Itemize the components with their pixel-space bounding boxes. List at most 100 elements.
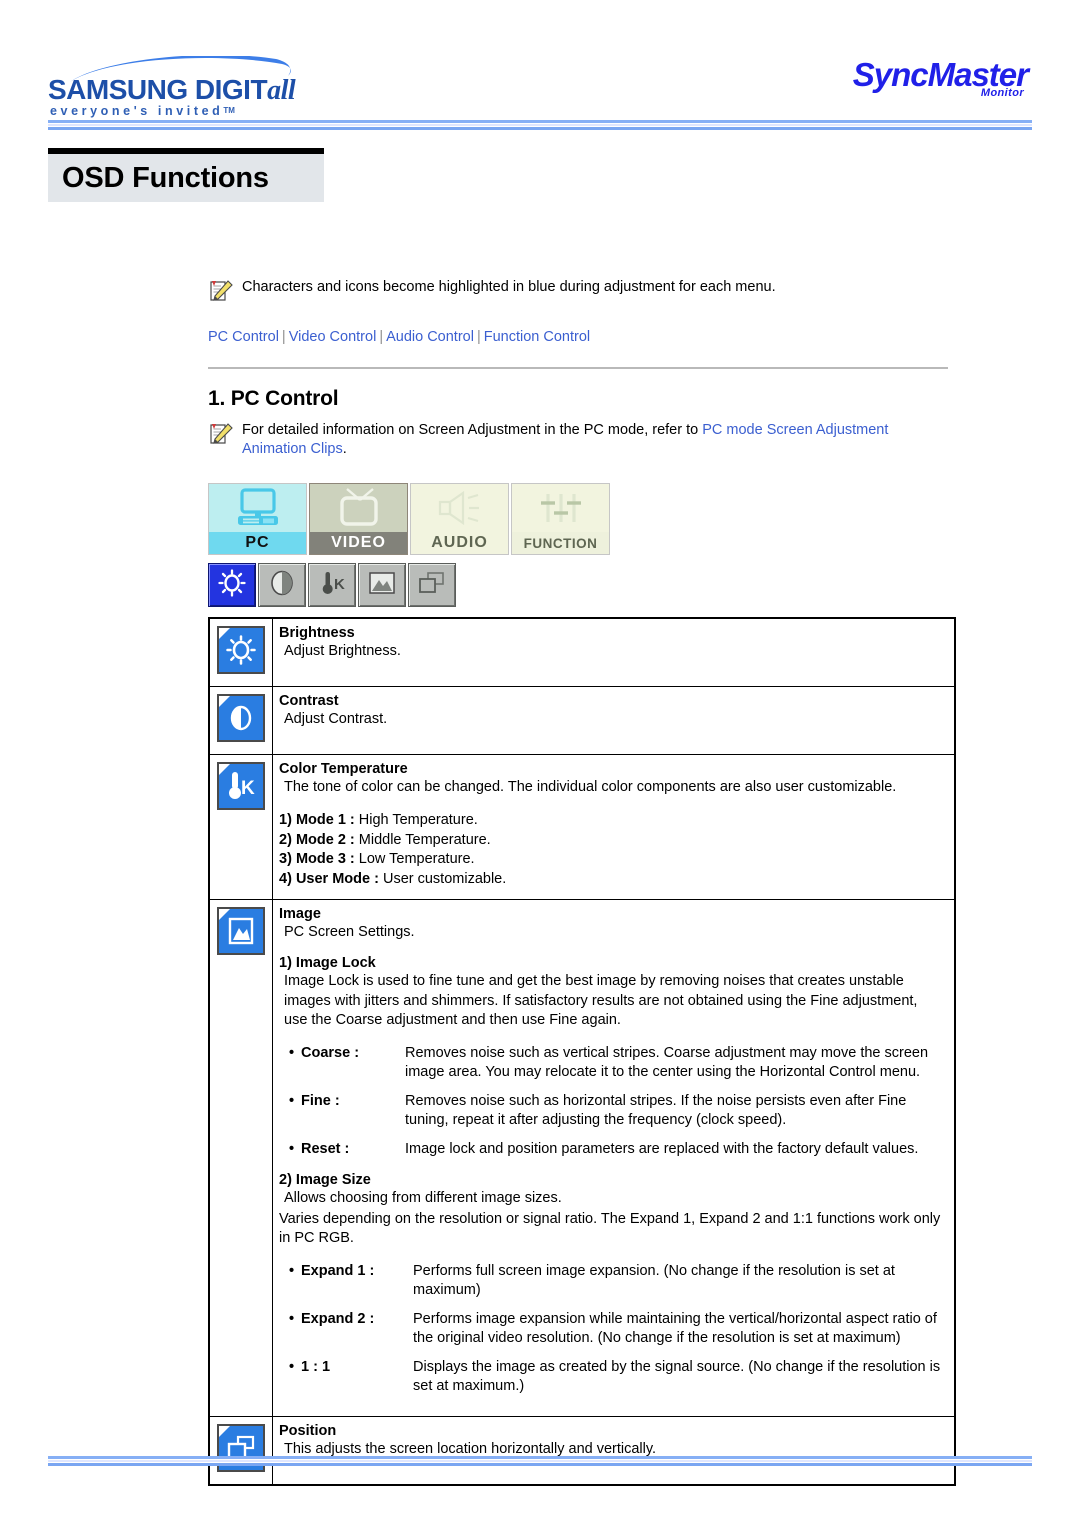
page-header: SAMSUNG DIGITall everyone's invitedTM Sy… — [0, 0, 1080, 130]
toolbar-button-color-temperature[interactable]: K — [308, 563, 356, 607]
image-picture-icon — [217, 907, 265, 955]
row-body: Adjust Contrast. — [284, 711, 388, 727]
bullet-key: 1 : 1 — [279, 1358, 407, 1397]
mode-desc: Middle Temperature. — [358, 831, 491, 848]
list-item: Expand 2 : Performs image expansion whil… — [279, 1310, 944, 1349]
table-row: Image PC Screen Settings. 1) Image Lock … — [208, 899, 956, 1417]
television-icon — [310, 484, 407, 532]
table-row: Contrast Adjust Contrast. — [208, 686, 956, 755]
breadcrumb-separator: | — [281, 329, 286, 345]
row-desc-cell: Image PC Screen Settings. 1) Image Lock … — [272, 899, 956, 1417]
top-note-text: Characters and icons become highlighted … — [242, 279, 776, 295]
sliders-icon — [512, 484, 609, 532]
tab-audio-label: AUDIO — [411, 532, 508, 554]
image-lock-bullets: Coarse : Removes noise such as vertical … — [279, 1044, 944, 1160]
row-icon-cell — [208, 686, 273, 755]
osd-tab-strip: PC VIDEO AUDIO FUNCTION — [208, 483, 956, 555]
bullet-key: Expand 1 : — [279, 1262, 407, 1301]
table-row: Brightness Adjust Brightness. — [208, 617, 956, 687]
row-desc-cell: Contrast Adjust Contrast. — [272, 686, 956, 755]
syncmaster-logo: SyncMaster Monitor — [853, 58, 1029, 99]
toolbar-button-image[interactable] — [358, 563, 406, 607]
osd-icon-toolbar: K — [208, 563, 956, 607]
mode-item: 3) Mode 3 : Low Temperature. — [279, 850, 944, 870]
bullet-key: Expand 2 : — [279, 1310, 407, 1349]
bullet-value: Image lock and position parameters are r… — [405, 1140, 919, 1157]
page-title-block: OSD Functions — [48, 148, 324, 202]
image-size-bullets: Expand 1 : Performs full screen image ex… — [279, 1262, 944, 1397]
mode-number: 2) — [279, 831, 292, 848]
toolbar-button-position[interactable] — [408, 563, 456, 607]
image-lock-body: Image Lock is used to fine tune and get … — [284, 973, 918, 1028]
image-lock-heading: 1) Image Lock — [279, 955, 376, 971]
row-title: Contrast — [279, 693, 339, 709]
bullet-value: Removes noise such as horizontal stripes… — [405, 1092, 907, 1129]
tab-function-label: FUNCTION — [512, 532, 609, 554]
toolbar-button-contrast[interactable] — [258, 563, 306, 607]
section-title: 1. PC Control — [208, 387, 339, 410]
toolbar-button-brightness[interactable] — [208, 563, 256, 607]
note-pencil-icon — [208, 279, 234, 303]
section-note-text: For detailed information on Screen Adjus… — [242, 421, 956, 459]
row-icon-cell — [208, 899, 273, 1417]
row-body: PC Screen Settings. — [284, 924, 415, 940]
color-temperature-modes: 1) Mode 1 : High Temperature. 2) Mode 2 … — [279, 811, 944, 889]
row-desc-cell: Color Temperature The tone of color can … — [272, 754, 956, 900]
row-desc-cell: Brightness Adjust Brightness. — [272, 617, 956, 687]
row-icon-cell — [208, 617, 273, 687]
mode-name: Mode 1 : — [295, 812, 355, 828]
mode-desc: User customizable. — [382, 870, 507, 887]
row-title: Color Temperature — [279, 761, 408, 777]
mode-name: Mode 3 : — [295, 851, 355, 867]
position-windows-icon — [416, 569, 448, 602]
samsung-wordmark: SAMSUNG DIGITall — [48, 74, 296, 106]
mode-desc: Low Temperature. — [358, 851, 475, 867]
contrast-circle-icon — [217, 694, 265, 742]
tab-video[interactable]: VIDEO — [309, 483, 408, 555]
list-item: Fine : Removes noise such as horizontal … — [279, 1092, 944, 1131]
list-item: Coarse : Removes noise such as vertical … — [279, 1044, 944, 1083]
samsung-digitall-logo: SAMSUNG DIGITall everyone's invitedTM — [48, 56, 308, 120]
mode-item: 4) User Mode : User customizable. — [279, 870, 944, 890]
list-item: Reset : Image lock and position paramete… — [279, 1140, 944, 1160]
mode-number: 4) — [279, 870, 292, 887]
breadcrumb-item-video-control[interactable]: Video Control — [289, 329, 377, 345]
breadcrumb-item-function-control[interactable]: Function Control — [484, 329, 590, 345]
breadcrumb-separator: | — [476, 329, 481, 345]
tab-audio[interactable]: AUDIO — [410, 483, 509, 555]
breadcrumb-item-audio-control[interactable]: Audio Control — [386, 329, 474, 345]
row-body: Adjust Brightness. — [284, 643, 401, 659]
bullet-key: Coarse : — [279, 1044, 399, 1083]
tab-function[interactable]: FUNCTION — [511, 483, 610, 555]
row-desc-cell: Position This adjusts the screen locatio… — [272, 1415, 956, 1485]
svg-text:K: K — [241, 778, 255, 799]
brightness-sun-icon — [217, 568, 247, 603]
bullet-key: Reset : — [279, 1140, 399, 1160]
row-title: Brightness — [279, 625, 355, 641]
row-icon-cell: K — [208, 754, 273, 900]
list-item: 1 : 1 Displays the image as created by t… — [279, 1358, 944, 1397]
image-size-body2: Varies depending on the resolution or si… — [279, 1210, 941, 1247]
mode-item: 2) Mode 2 : Middle Temperature. — [279, 831, 944, 851]
page-title-box: OSD Functions — [48, 154, 324, 202]
brightness-sun-icon — [217, 626, 265, 674]
mode-desc: High Temperature. — [358, 812, 478, 828]
breadcrumb-item-pc-control[interactable]: PC Control — [208, 329, 279, 345]
monitor-icon — [209, 484, 306, 532]
mode-number: 1) — [279, 812, 292, 828]
row-icon-cell — [208, 1415, 273, 1485]
tab-video-label: VIDEO — [310, 532, 407, 554]
color-temperature-icon: K — [217, 762, 265, 810]
speaker-icon — [411, 484, 508, 532]
contrast-circle-icon — [267, 568, 297, 603]
mode-name: Mode 2 : — [295, 831, 355, 848]
bullet-value: Removes noise such as vertical stripes. … — [405, 1044, 929, 1081]
row-title: Position — [279, 1422, 337, 1439]
section-note-suffix: . — [342, 441, 347, 457]
content-area: Characters and icons become highlighted … — [208, 278, 956, 1486]
tab-pc-label: PC — [209, 532, 306, 554]
page-title: OSD Functions — [62, 161, 269, 194]
samsung-tagline: everyone's invitedTM — [50, 104, 235, 118]
bullet-value: Performs image expansion while maintaini… — [413, 1310, 937, 1347]
tab-pc[interactable]: PC — [208, 483, 307, 555]
